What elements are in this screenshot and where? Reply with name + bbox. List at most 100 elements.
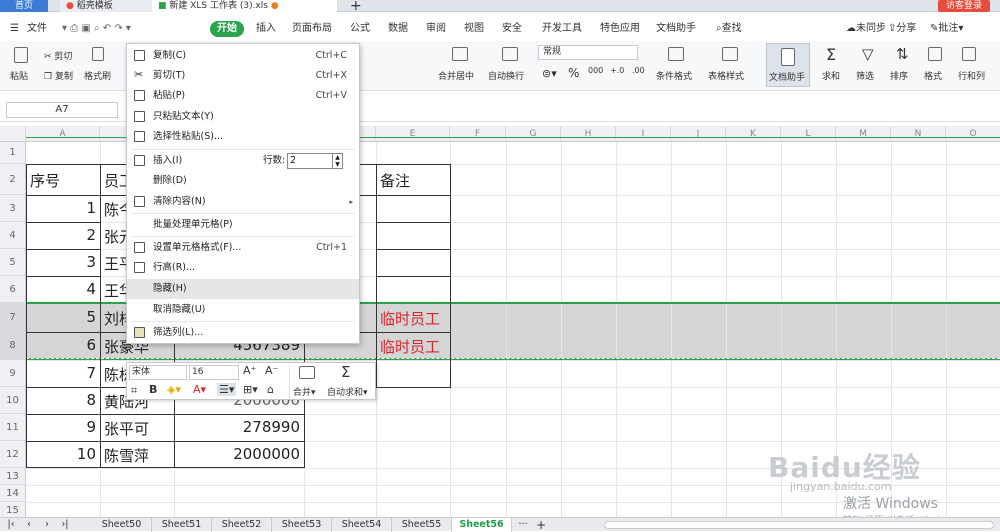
more-sheets-button[interactable]: ··· [514, 518, 532, 532]
login-button[interactable]: 访客登录 [937, 0, 990, 12]
align-icon[interactable]: ☰▾ [217, 383, 237, 396]
row-header[interactable]: 1 [0, 142, 26, 164]
tab-template[interactable]: ● 稻壳模板 [60, 0, 152, 12]
sum-icon[interactable]: Σ [826, 45, 836, 64]
cell-seq[interactable]: 8 [26, 391, 96, 409]
comment-button[interactable]: ✎批注▾ [930, 17, 963, 41]
row-header[interactable]: 9 [0, 360, 26, 387]
cm-paste[interactable]: 粘贴(P) Ctrl+V [127, 86, 359, 106]
font-select[interactable]: 宋体 [129, 365, 187, 380]
menu-insert[interactable]: 插入 [256, 17, 276, 41]
cell-name[interactable]: 陈栋 [104, 364, 128, 385]
cell-seq[interactable]: 7 [26, 364, 96, 382]
font-color-icon[interactable]: A▾ [193, 383, 206, 396]
cell-number[interactable]: 2000000 [174, 445, 300, 463]
menu-view[interactable]: 视图 [464, 17, 484, 41]
tab-home[interactable]: 首页 [0, 0, 48, 12]
cm-hide[interactable]: 隐藏(H) [127, 279, 359, 299]
sheet-tab[interactable]: Sheet54 [332, 518, 392, 532]
first-sheet-icon[interactable]: |‹ [4, 518, 18, 532]
row-header[interactable]: 11 [0, 414, 26, 441]
cm-delete[interactable]: 删除(D) [127, 171, 359, 191]
cell-seq[interactable]: 2 [26, 226, 96, 244]
cm-clear[interactable]: 清除内容(N) ▸ [127, 192, 359, 212]
col-header[interactable]: I [616, 126, 671, 142]
sheet-tab[interactable]: Sheet53 [272, 518, 332, 532]
row-header[interactable]: 3 [0, 195, 26, 222]
col-header[interactable]: H [561, 126, 616, 142]
wrap-text-icon[interactable] [502, 47, 518, 61]
row-header[interactable]: 12 [0, 441, 26, 468]
conditional-format-icon[interactable] [668, 47, 684, 61]
clear-format-icon[interactable]: ⌂ [267, 383, 274, 396]
col-header[interactable]: A [26, 126, 100, 142]
col-header[interactable]: K [726, 126, 781, 142]
row-header[interactable]: 2 [0, 164, 26, 195]
cm-insert[interactable]: 插入(I) 行数: 2 ▲ ▼ [127, 151, 359, 171]
cm-cut[interactable]: ✂ 剪切(T) Ctrl+X [127, 66, 359, 86]
row-col-icon[interactable] [962, 47, 976, 61]
cell-name[interactable]: 刘梓 [104, 308, 126, 329]
conditional-format-button[interactable]: 条件格式 [656, 69, 692, 82]
cut-button[interactable]: ✂ 剪切 [44, 49, 72, 62]
cm-copy[interactable]: 复制(C) Ctrl+C [127, 46, 359, 66]
hamburger-icon[interactable]: ☰ [10, 17, 19, 41]
merge-icon[interactable] [299, 366, 315, 379]
cell-seq[interactable]: 6 [26, 336, 96, 354]
cm-unhide[interactable]: 取消隐藏(U) [127, 300, 359, 320]
number-format-select[interactable]: 常规 [538, 45, 638, 60]
cell-seq[interactable]: 9 [26, 418, 96, 436]
wrap-text-button[interactable]: 自动换行 [488, 69, 524, 82]
menu-data[interactable]: 数据 [388, 17, 408, 41]
merge-button[interactable]: 合并▾ [293, 385, 316, 398]
row-header[interactable]: 8 [0, 332, 26, 360]
row-header[interactable]: 10 [0, 387, 26, 414]
format-icon[interactable] [928, 47, 942, 61]
name-box[interactable]: A7 [6, 102, 118, 118]
cm-paste-text[interactable]: 只粘贴文本(Y) [127, 107, 359, 127]
currency-icon[interactable]: ⊜▾ [542, 67, 557, 80]
sort-icon[interactable]: ⇅ [896, 45, 909, 63]
fill-color-icon[interactable]: ◈▾ [167, 383, 181, 396]
col-header[interactable]: E [376, 126, 450, 142]
menu-start[interactable]: 开始 [210, 21, 244, 37]
cell-name[interactable]: 陈雪萍 [104, 445, 149, 466]
col-header[interactable]: J [671, 126, 726, 142]
decrease-decimal-icon[interactable]: .00 [632, 66, 645, 75]
format-button[interactable]: 格式 [924, 69, 942, 82]
format-painter-button[interactable]: 格式刷 [84, 69, 111, 82]
col-header[interactable]: M [836, 126, 891, 142]
merge-center-icon[interactable] [452, 47, 468, 61]
sheet-tab[interactable]: Sheet55 [392, 518, 452, 532]
grow-font-button[interactable]: A⁺ [243, 364, 256, 377]
menu-formula[interactable]: 公式 [350, 17, 370, 41]
format-brush-icon[interactable]: ⌗ [131, 384, 137, 398]
row-col-button[interactable]: 行和列 [958, 69, 985, 82]
cm-batch[interactable]: 批量处理单元格(P) [127, 215, 359, 235]
merge-center-button[interactable]: 合并居中 [438, 69, 474, 82]
cell-note[interactable]: 临时员工 [380, 308, 440, 329]
table-style-icon[interactable] [722, 47, 738, 61]
cell-name[interactable]: 陈今 [104, 199, 126, 220]
last-sheet-icon[interactable]: ›| [58, 518, 72, 532]
font-size-select[interactable]: 16 [189, 365, 239, 380]
next-sheet-icon[interactable]: › [40, 518, 54, 532]
cell-name[interactable]: 王华 [104, 280, 126, 301]
cell-name[interactable]: 张元 [104, 226, 126, 247]
cell-name[interactable]: 张平可 [104, 418, 149, 439]
filter-icon[interactable]: ▽ [862, 45, 874, 63]
shrink-font-button[interactable]: A⁻ [265, 364, 278, 377]
prev-sheet-icon[interactable]: ‹ [22, 518, 36, 532]
menu-features[interactable]: 特色应用 [600, 17, 640, 41]
cell-header-seq[interactable]: 序号 [30, 170, 60, 191]
cm-row-height[interactable]: 行高(R)... [127, 258, 359, 278]
horizontal-scrollbar[interactable] [604, 521, 994, 529]
rows-count-stepper[interactable]: 2 ▲ ▼ [287, 153, 343, 169]
toolbar-quick-icons[interactable]: ▾ ⎙ ▣ ⌕ ↶ ↷ ▾ [62, 17, 131, 41]
row-header[interactable]: 7 [0, 303, 26, 332]
row-header[interactable]: 13 [0, 468, 26, 485]
col-header[interactable]: N [891, 126, 946, 142]
paste-button[interactable]: 粘贴 [10, 69, 28, 82]
row-header[interactable]: 5 [0, 249, 26, 276]
menu-security[interactable]: 安全 [502, 17, 522, 41]
